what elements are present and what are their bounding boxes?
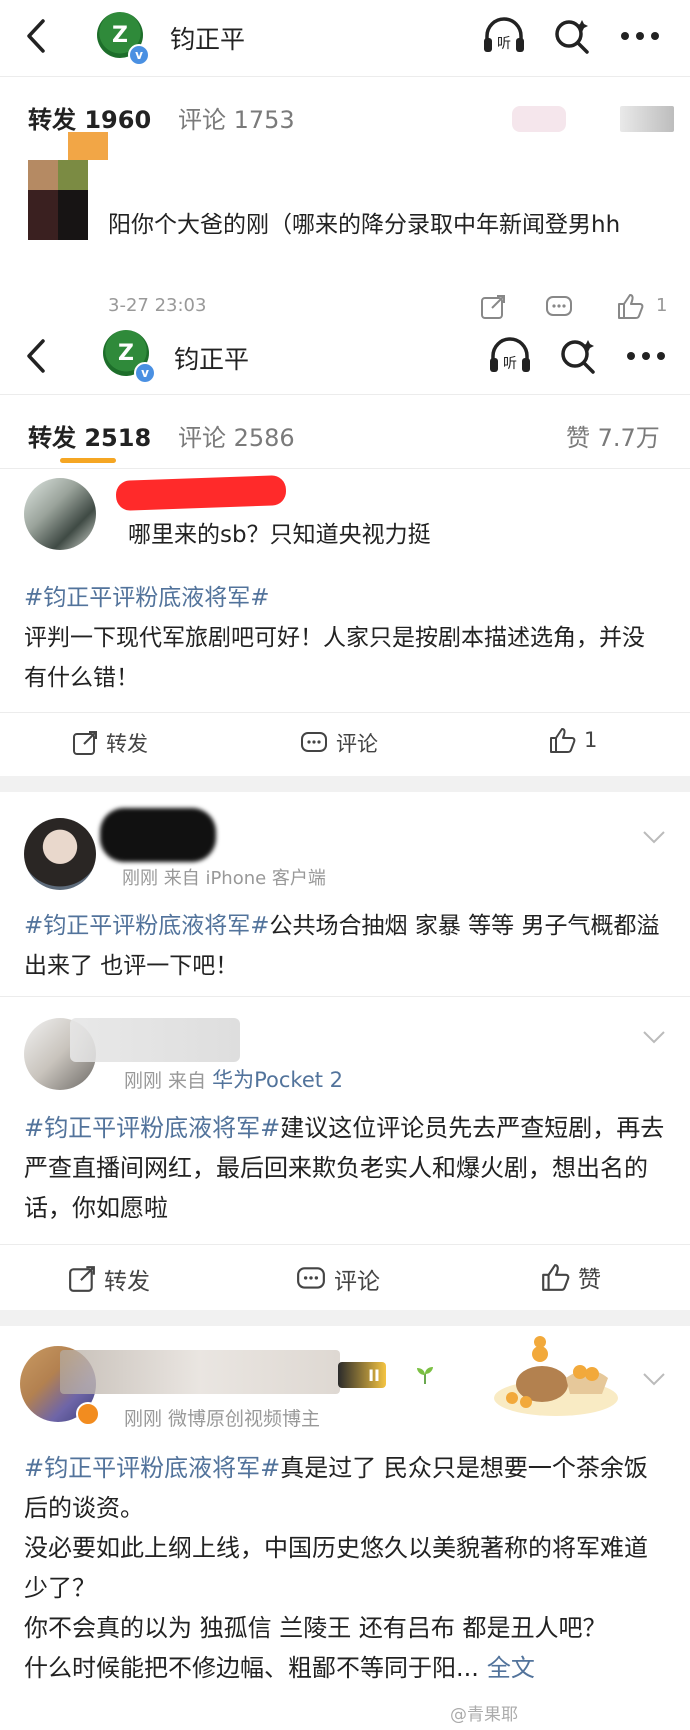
like-count: 1: [656, 295, 668, 316]
search-icon[interactable]: [558, 336, 598, 376]
search-icon[interactable]: [552, 16, 592, 56]
screenshot: Z v 钧正平 听 转发 1960 评论 1753 阳你个大爸的刚（哪来的降分录…: [0, 0, 690, 1730]
chevron-down-icon[interactable]: [642, 1030, 666, 1044]
hashtag-link[interactable]: #钧正平评粉底液将军#: [24, 913, 270, 939]
chevron-down-icon[interactable]: [642, 830, 666, 844]
verified-icon: v: [134, 362, 156, 384]
share-icon: [73, 731, 97, 755]
verified-icon: v: [128, 44, 150, 66]
tab-repost[interactable]: 转发 2518: [28, 418, 151, 453]
tab-comment[interactable]: 评论 1753: [178, 100, 295, 135]
like-icon: [542, 1264, 570, 1291]
comment-icon: [297, 1267, 325, 1289]
redacted-area: [512, 106, 566, 132]
hashtag-link[interactable]: #钧正平评粉底液将军#: [24, 585, 270, 611]
svg-text:听: 听: [503, 356, 517, 372]
hashtag-link[interactable]: #钧正平评粉底液将军#: [24, 1454, 280, 1482]
like-icon[interactable]: [614, 290, 646, 322]
back-icon[interactable]: [18, 16, 54, 56]
like-button[interactable]: 赞: [540, 1260, 601, 1294]
post-text: #钧正平评粉底液将军#真是过了 民众只是想要一个茶余饭后的谈资。 没必要如此上纲…: [24, 1454, 648, 1682]
share-icon[interactable]: [478, 292, 508, 322]
tab-like[interactable]: 赞 7.7万: [566, 418, 660, 453]
divider: [0, 394, 690, 395]
watermark: @青果耶: [450, 1705, 518, 1725]
svg-text:听: 听: [497, 36, 511, 52]
comment-time: 3-27 23:03: [108, 295, 207, 316]
reply-text: 哪里来的sb？只知道央视力挺: [128, 522, 431, 548]
section-divider: [0, 1310, 690, 1326]
comment-text: 阳你个大爸的刚（哪来的降分录取中年新闻登男hh: [108, 212, 621, 238]
redacted-area: [620, 106, 674, 132]
verified-icon: [76, 1402, 100, 1426]
post-text: #钧正平评粉底液将军#: [24, 578, 664, 618]
post-meta: 刚刚 来自 华为Pocket 2: [124, 1068, 344, 1092]
full-text-link[interactable]: 全文: [487, 1654, 535, 1682]
comment-icon: [301, 732, 327, 752]
user-avatar[interactable]: [24, 818, 96, 890]
hashtag-link[interactable]: #钧正平评粉底液将军#: [24, 1114, 280, 1142]
page-title: 钧正平: [174, 345, 250, 374]
divider: [0, 468, 690, 469]
like-button[interactable]: 1: [548, 726, 597, 754]
comment-icon[interactable]: [544, 292, 574, 322]
tab-underline: [60, 458, 116, 463]
more-icon[interactable]: [616, 24, 664, 48]
listen-icon[interactable]: 听: [486, 334, 534, 378]
repost-button[interactable]: 转发: [72, 728, 148, 758]
user-avatar[interactable]: [24, 478, 96, 550]
post-body: 评判一下现代军旅剧吧可好！人家只是按剧本描述选角，并没有什么错！: [24, 625, 645, 691]
comment-button[interactable]: 评论: [300, 728, 378, 758]
share-icon: [69, 1266, 95, 1292]
redacted-username: [60, 1350, 340, 1394]
tab-comment[interactable]: 评论 2586: [178, 418, 295, 453]
redacted-username: [115, 475, 287, 511]
post-text: #钧正平评粉底液将军#公共场合抽烟 家暴 等等 男子气概都溢出来了 也评一下吧！: [24, 913, 660, 979]
divider: [0, 76, 690, 77]
divider: [0, 1244, 690, 1245]
level-badge: II: [338, 1362, 386, 1388]
post-meta: 刚刚 来自 iPhone 客户端: [122, 868, 326, 889]
like-icon: [550, 728, 576, 753]
listen-icon[interactable]: 听: [480, 14, 528, 58]
section-divider: [0, 776, 690, 792]
redacted-username: [100, 808, 216, 862]
tab-repost[interactable]: 转发 1960: [28, 100, 151, 135]
divider: [0, 996, 690, 997]
comment-button[interactable]: 评论: [296, 1262, 380, 1296]
repost-button[interactable]: 转发: [68, 1262, 150, 1296]
sprout-icon: [414, 1364, 436, 1386]
chevron-down-icon[interactable]: [642, 1372, 666, 1386]
divider: [0, 712, 690, 713]
user-avatar[interactable]: [28, 132, 108, 240]
back-icon[interactable]: [18, 336, 54, 376]
post-meta: 刚刚 微博原创视频博主: [124, 1408, 321, 1430]
page-title: 钧正平: [170, 25, 246, 54]
post-text: #钧正平评粉底液将军#建议这位评论员先去严查短剧，再去严查直播间网红，最后回来欺…: [24, 1114, 665, 1222]
more-icon[interactable]: [622, 344, 670, 368]
device-link[interactable]: 华为Pocket 2: [212, 1068, 343, 1092]
redacted-username: [70, 1018, 240, 1062]
decoration-sticker-icon: [492, 1332, 620, 1418]
